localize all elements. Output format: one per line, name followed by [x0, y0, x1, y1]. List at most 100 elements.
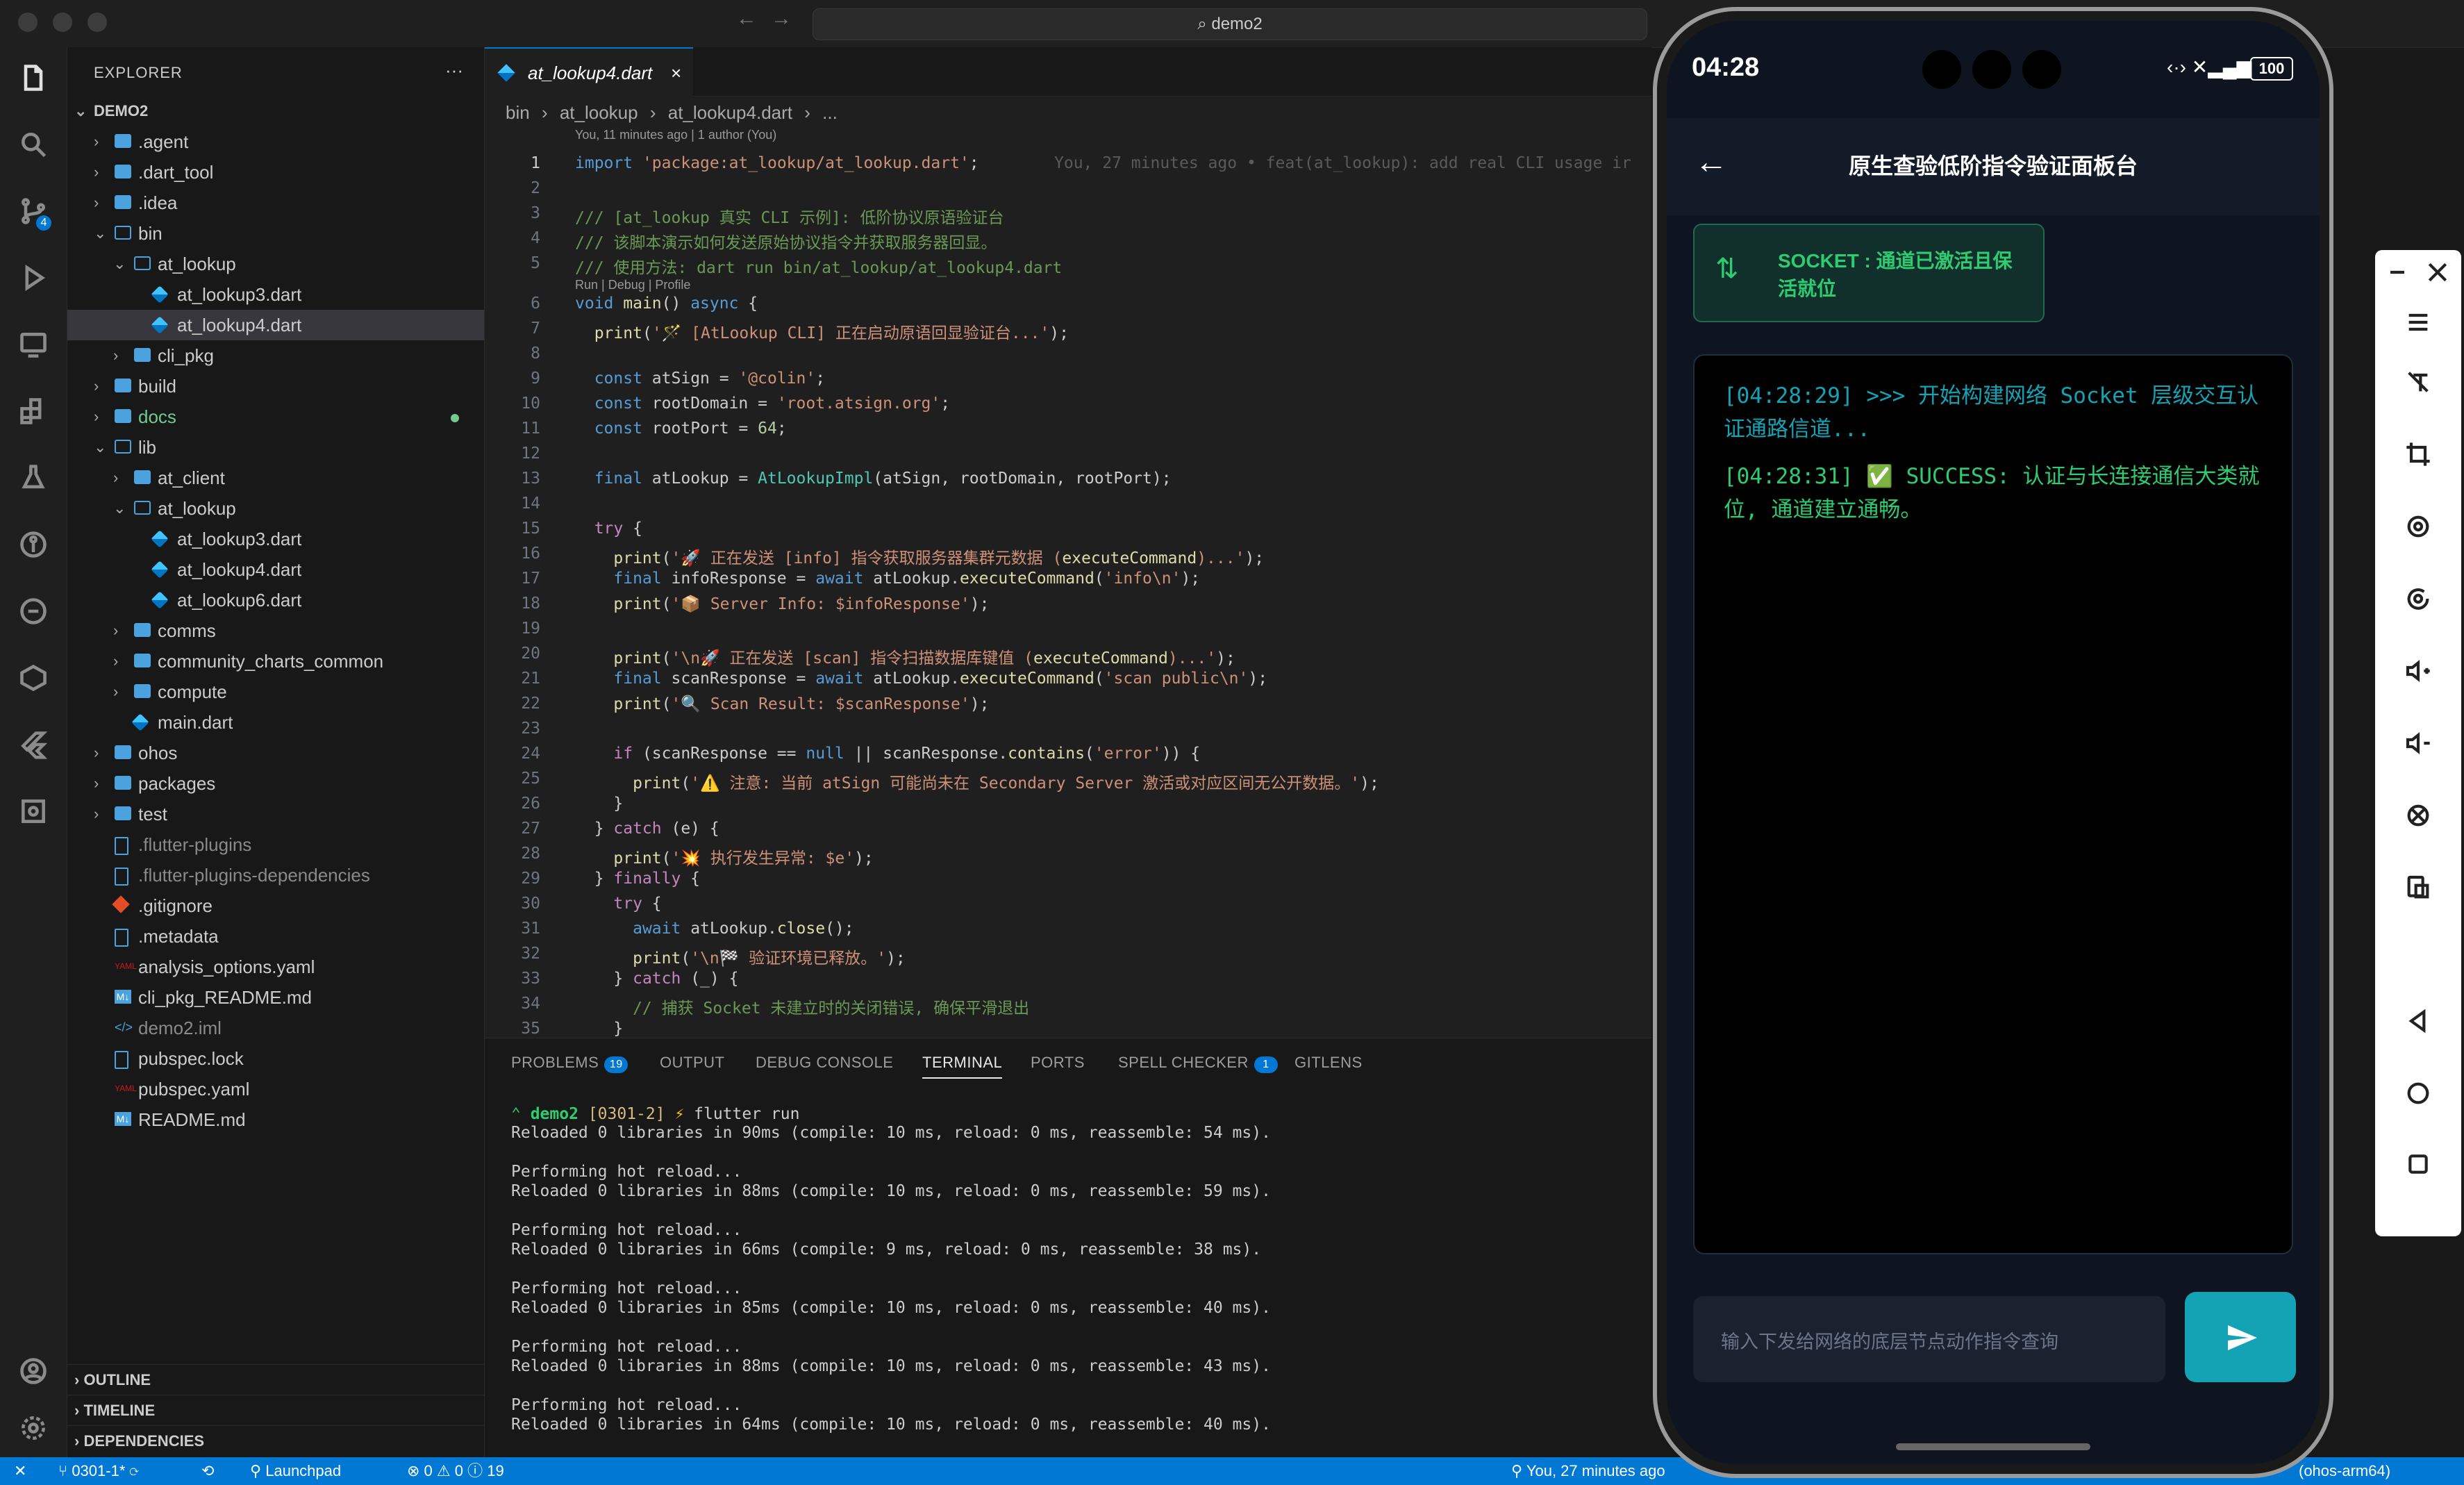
code-line[interactable]: /// 该脚本演示如何发送原始协议指令并获取服务器回显。 [575, 229, 997, 253]
panel-tab-gitlens[interactable]: GITLENS [1295, 1054, 1363, 1072]
menu-icon[interactable] [2404, 308, 2432, 336]
rotate-icon[interactable] [2404, 513, 2432, 540]
code-line[interactable]: if (scanResponse == null || scanResponse… [575, 745, 1200, 763]
volume-down-icon[interactable] [2404, 729, 2432, 757]
code-line[interactable]: print('\n🚀 正在发送 [scan] 指令扫描数据库键值 (execut… [575, 645, 1235, 668]
tree-folder[interactable]: › build [67, 371, 484, 401]
tree-folder[interactable]: ⌄ lib [67, 432, 484, 463]
screenshot-icon[interactable] [2404, 874, 2432, 902]
code-line[interactable]: final atLookup = AtLookupImpl(atSign, ro… [575, 470, 1172, 488]
code-line[interactable]: const atSign = '@colin'; [575, 370, 825, 388]
device-status[interactable]: (ohos-arm64) [2299, 1457, 2390, 1485]
problems-status[interactable]: ⊗ 0 ⚠ 0 ⓘ 19 [407, 1457, 504, 1485]
back-nav-icon[interactable] [2404, 1007, 2432, 1035]
minimize-window-button[interactable] [53, 13, 72, 32]
tree-file[interactable]: pubspec.lock [67, 1043, 484, 1074]
more-actions-icon[interactable]: ··· [445, 60, 463, 81]
tree-file[interactable]: M↓ README.md [67, 1104, 484, 1135]
remote-explorer-icon[interactable] [14, 325, 53, 364]
code-line[interactable]: } catch (_) { [575, 970, 738, 988]
code-line[interactable]: /// 使用方法: dart run bin/at_lookup/at_look… [575, 254, 1062, 278]
tree-file[interactable]: at_lookup4.dart [67, 554, 484, 585]
remote-icon[interactable]: ✕ [14, 1457, 26, 1485]
run-debug-icon[interactable] [14, 258, 53, 297]
code-line[interactable]: import 'package:at_lookup/at_lookup.dart… [575, 154, 979, 172]
code-line[interactable]: print('💥 执行发生异常: $e'); [575, 845, 873, 868]
testing-icon[interactable] [14, 458, 53, 497]
tree-folder[interactable]: › ohos [67, 738, 484, 768]
tree-folder[interactable]: › .idea [67, 188, 484, 218]
tree-folder[interactable]: › .agent [67, 126, 484, 157]
volume-up-icon[interactable] [2404, 657, 2432, 685]
tree-file[interactable]: at_lookup3.dart [67, 524, 484, 554]
dependencies-section[interactable]: › DEPENDENCIES [67, 1425, 484, 1457]
tree-file[interactable]: .flutter-plugins-dependencies [67, 860, 484, 890]
forward-arrow-icon[interactable]: → [771, 7, 792, 31]
gitlens-icon[interactable] [14, 525, 53, 564]
inspector-icon[interactable] [14, 792, 53, 831]
code-line[interactable]: print('\n🏁 验证环境已释放。'); [575, 945, 906, 968]
tree-file[interactable]: </> demo2.iml [67, 1013, 484, 1043]
tree-folder[interactable]: › at_client [67, 463, 484, 493]
code-line[interactable]: try { [575, 520, 642, 538]
breadcrumb-item[interactable]: at_lookup [560, 102, 638, 123]
tree-file[interactable]: YAML analysis_options.yaml [67, 952, 484, 982]
code-line[interactable]: print('📦 Server Info: $infoResponse'); [575, 595, 989, 613]
codelens[interactable]: Run | Debug | Profile [575, 278, 690, 292]
recents-nav-icon[interactable] [2404, 1150, 2432, 1178]
code-line[interactable]: const rootPort = 64; [575, 420, 787, 438]
tree-folder[interactable]: › comms [67, 615, 484, 646]
code-editor[interactable]: You, 11 minutes ago | 1 author (You) 1 im… [485, 128, 1651, 1038]
tree-file[interactable]: M↓ cli_pkg_README.md [67, 982, 484, 1013]
branch-status[interactable]: ⑂ 0301-1* ⟳ [58, 1457, 139, 1485]
workspace-root[interactable]: ⌄ DEMO2 [67, 96, 484, 126]
code-line[interactable]: final infoResponse = await atLookup.exec… [575, 570, 1200, 588]
terminal-output[interactable]: Reloaded 0 libraries in 90ms (compile: 1… [511, 1123, 1271, 1434]
editor-tab[interactable]: at_lookup4.dart × [485, 47, 693, 97]
panel-tab-terminal[interactable]: TERMINAL [922, 1054, 1003, 1079]
code-line[interactable]: try { [575, 895, 661, 913]
tree-folder[interactable]: › test [67, 799, 484, 829]
breadcrumb-item[interactable]: at_lookup4.dart [668, 102, 792, 123]
send-button[interactable] [2185, 1292, 2296, 1382]
panel-tab-problems[interactable]: PROBLEMS 19 [511, 1054, 629, 1073]
timeline-section[interactable]: › TIMELINE [67, 1395, 484, 1426]
source-sync-icon[interactable]: ⟲ [201, 1457, 214, 1485]
tree-file[interactable]: YAML pubspec.yaml [67, 1074, 484, 1104]
flutter-icon[interactable] [14, 725, 53, 764]
rotate-right-icon[interactable] [2404, 585, 2432, 613]
tree-folder[interactable]: ⌄ bin [67, 218, 484, 249]
code-line[interactable]: } catch (e) { [575, 820, 719, 838]
crop-icon[interactable] [2404, 440, 2432, 468]
source-control-icon[interactable]: 4 [14, 192, 53, 231]
code-line[interactable]: /// [at_lookup 真实 CLI 示例]: 低阶协议原语验证台 [575, 204, 1004, 228]
close-window-button[interactable] [18, 13, 38, 32]
breadcrumb-item[interactable]: ... [822, 102, 838, 123]
code-line[interactable]: } [575, 795, 623, 813]
tree-folder[interactable]: › cli_pkg [67, 340, 484, 371]
maximize-window-button[interactable] [88, 13, 107, 32]
home-nav-icon[interactable] [2404, 1079, 2432, 1107]
tree-folder[interactable]: ⌄ at_lookup [67, 493, 484, 524]
tree-folder[interactable]: › community_charts_common [67, 646, 484, 677]
tree-folder[interactable]: › .dart_tool [67, 157, 484, 188]
code-line[interactable]: // 捕获 Socket 未建立时的关闭错误, 确保平滑退出 [575, 995, 1029, 1018]
tree-folder[interactable]: › packages [67, 768, 484, 799]
panel-tab-spell-checker[interactable]: SPELL CHECKER 1 [1118, 1054, 1278, 1073]
extensions-icon[interactable] [14, 392, 53, 431]
tree-file[interactable]: at_lookup4.dart [67, 310, 484, 340]
close-tab-icon[interactable]: × [671, 49, 681, 97]
outline-section[interactable]: › OUTLINE [67, 1364, 484, 1395]
tree-file[interactable]: .metadata [67, 921, 484, 952]
touch-icon[interactable] [2404, 368, 2432, 396]
tree-folder[interactable]: ⌄ at_lookup [67, 249, 484, 279]
git-graph-icon[interactable] [14, 592, 53, 631]
containers-icon[interactable] [14, 658, 53, 697]
tree-file[interactable]: main.dart [67, 707, 484, 738]
search-icon[interactable] [14, 125, 53, 164]
panel-tab-ports[interactable]: PORTS [1031, 1054, 1085, 1072]
code-line[interactable]: print('🚀 正在发送 [info] 指令获取服务器集群元数据 (execu… [575, 545, 1264, 568]
panel-tab-debug-console[interactable]: DEBUG CONSOLE [756, 1054, 893, 1072]
code-line[interactable]: final scanResponse = await atLookup.exec… [575, 670, 1267, 688]
code-line[interactable]: } finally { [575, 870, 700, 888]
